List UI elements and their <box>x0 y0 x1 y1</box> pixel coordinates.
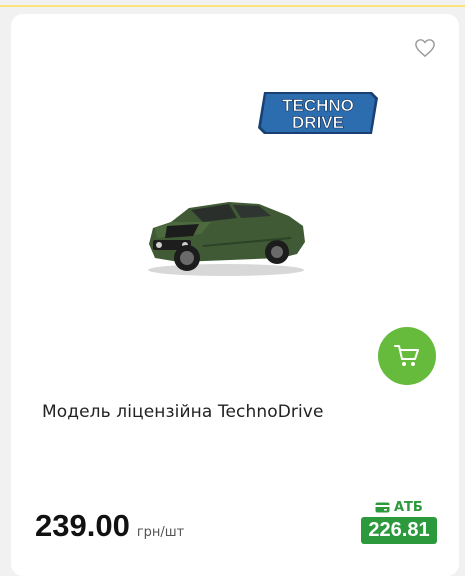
cart-icon <box>394 345 419 366</box>
product-title[interactable]: Модель ліцензійна TechnoDrive <box>42 402 422 422</box>
favorite-button[interactable] <box>412 35 438 61</box>
heart-outline-icon <box>415 39 435 57</box>
price-block: 239.00 грн/шт <box>35 508 184 544</box>
product-card[interactable]: TECHNO DRIVE Модель ліцензійна TechnoDri… <box>11 14 459 576</box>
car-model-image <box>148 202 305 276</box>
loyalty-price: 226.81 <box>361 517 437 544</box>
brand-logo-line2: DRIVE <box>292 113 344 132</box>
top-accent-strip <box>0 0 465 7</box>
card-icon <box>375 502 390 513</box>
loyalty-label: АТБ <box>375 500 423 515</box>
product-image[interactable]: TECHNO DRIVE <box>131 74 391 314</box>
price-value: 239.00 <box>35 508 130 543</box>
add-to-cart-button[interactable] <box>378 327 436 385</box>
loyalty-label-text: АТБ <box>394 500 423 515</box>
brand-logo: TECHNO DRIVE <box>258 92 378 134</box>
price-unit: грн/шт <box>136 525 185 540</box>
